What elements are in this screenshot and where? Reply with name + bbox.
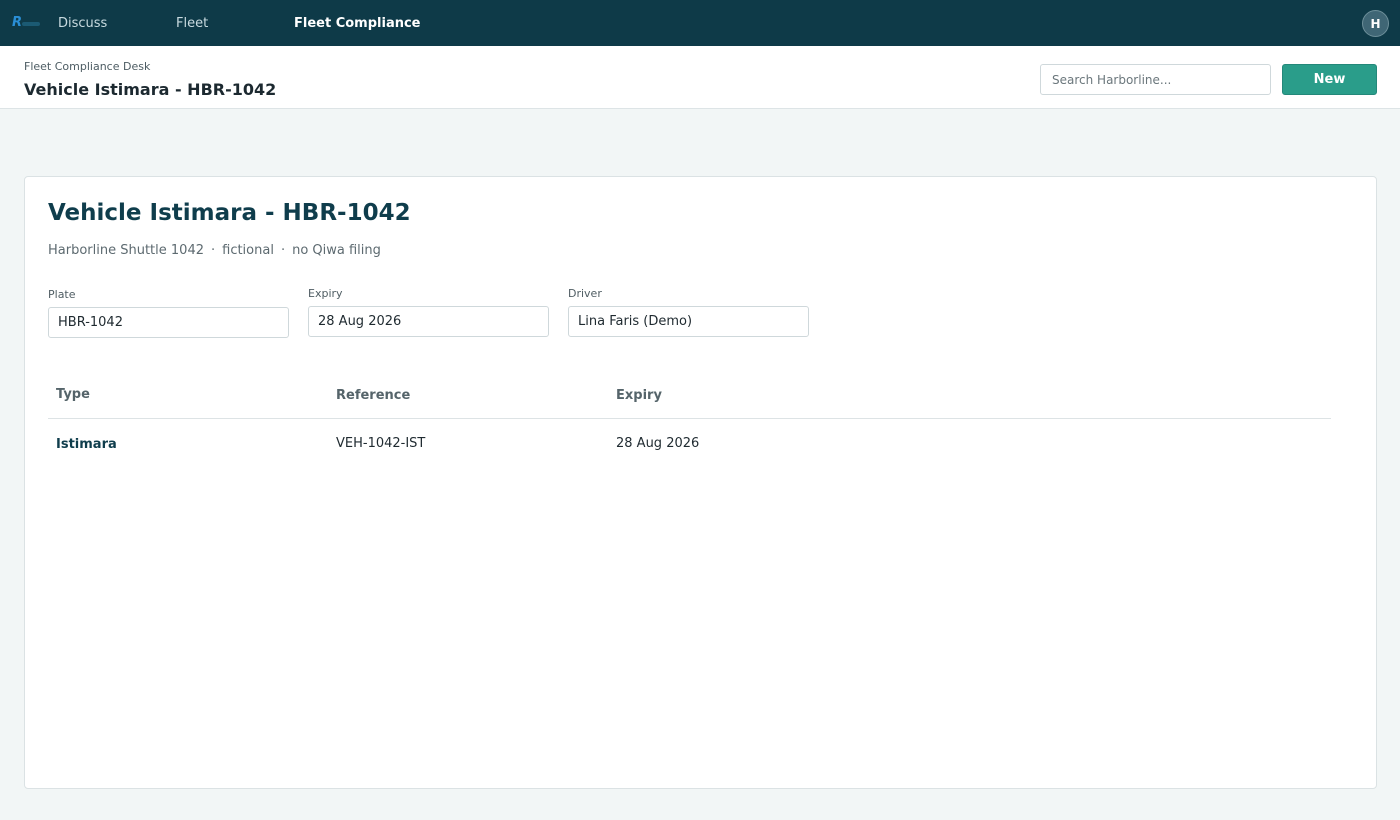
meta-vehicle-name: Harborline Shuttle 1042: [48, 243, 204, 258]
table-header: Type Reference Expiry: [48, 378, 1331, 419]
expiry-field: Expiry: [308, 287, 549, 337]
meta-tag-fictional: fictional: [222, 243, 274, 258]
search-input[interactable]: [1040, 64, 1271, 95]
driver-label: Driver: [568, 287, 602, 300]
plate-field: Plate: [48, 288, 289, 338]
documents-table: Type Reference Expiry Istimara VEH-1042-…: [48, 378, 1331, 467]
meta-separator: ·: [210, 243, 216, 258]
nav-item-fleet-compliance[interactable]: Fleet Compliance: [294, 0, 421, 46]
plate-label: Plate: [48, 288, 76, 301]
record-meta: Harborline Shuttle 1042 · fictional · no Qiw…: [48, 243, 381, 258]
page-title: Vehicle Istimara - HBR-1042: [24, 80, 277, 99]
expiry-label: Expiry: [308, 287, 343, 300]
app-logo-icon[interactable]: R: [11, 13, 43, 33]
record-heading: Vehicle Istimara - HBR-1042: [48, 200, 411, 226]
column-header-expiry[interactable]: Expiry: [616, 388, 662, 403]
cell-expiry: 28 Aug 2026: [616, 436, 700, 451]
new-button[interactable]: New: [1282, 64, 1377, 95]
table-row[interactable]: Istimara VEH-1042-IST 28 Aug 2026: [48, 419, 1331, 467]
expiry-input[interactable]: [308, 306, 549, 337]
user-avatar[interactable]: H: [1362, 10, 1389, 37]
top-nav: R Discuss Fleet Fleet Compliance H: [0, 0, 1400, 46]
page-header: Fleet Compliance Desk Vehicle Istimara -…: [0, 46, 1400, 109]
driver-field: Driver: [568, 287, 809, 337]
plate-input[interactable]: [48, 307, 289, 338]
column-header-type[interactable]: Type: [56, 387, 90, 402]
nav-item-discuss[interactable]: Discuss: [58, 0, 107, 46]
meta-tag-qiwa: no Qiwa filing: [292, 243, 381, 258]
cell-reference: VEH-1042-IST: [336, 436, 426, 451]
svg-text:R: R: [12, 15, 22, 30]
breadcrumb[interactable]: Fleet Compliance Desk: [24, 60, 150, 73]
driver-input[interactable]: [568, 306, 809, 337]
meta-separator: ·: [280, 243, 286, 258]
cell-type: Istimara: [56, 437, 117, 452]
record-card: Vehicle Istimara - HBR-1042 Harborline S…: [24, 176, 1377, 789]
column-header-reference[interactable]: Reference: [336, 388, 410, 403]
nav-item-fleet[interactable]: Fleet: [176, 0, 208, 46]
